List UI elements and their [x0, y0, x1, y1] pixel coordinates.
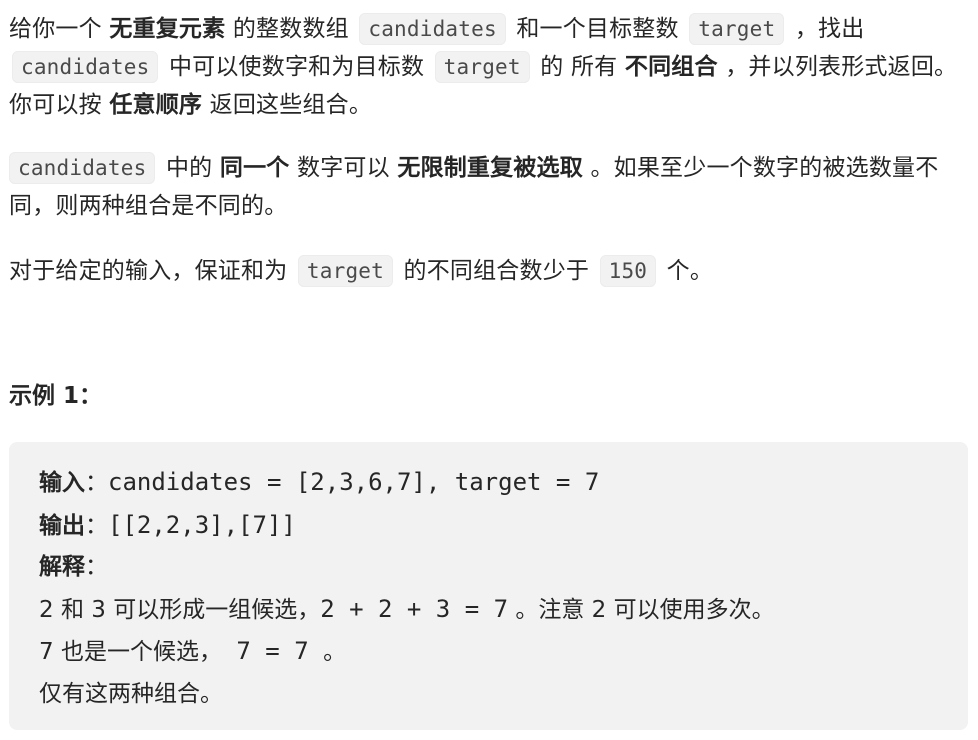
inline-code-candidates: candidates: [12, 51, 159, 83]
problem-paragraph-2: candidates 中的 同一个 数字可以 无限制重复被选取 。如果至少一个数…: [9, 149, 969, 225]
explain-text: 。注意 2 可以使用多次。: [508, 596, 775, 623]
text: 返回这些组合。: [209, 92, 373, 118]
inline-code-target: target: [689, 13, 785, 45]
example-title: 示例 1：: [9, 383, 103, 409]
input-value: candidates = [2,3,6,7], target = 7: [108, 468, 600, 496]
explain-colon: ：: [85, 554, 108, 580]
problem-paragraph-1: 给你一个 无重复元素 的整数数组 candidates 和一个目标整数 targ…: [9, 10, 969, 124]
problem-description: 给你一个 无重复元素 的整数数组 candidates 和一个目标整数 targ…: [0, 0, 978, 740]
example-explain-line-3: 仅有这两种组合。: [39, 674, 940, 716]
inline-code-target: target: [434, 51, 530, 83]
problem-paragraph-3: 对于给定的输入，保证和为 target 的不同组合数少于 150 个。: [9, 252, 969, 290]
text: 的不同组合数少于: [403, 258, 590, 284]
output-label: 输出: [39, 512, 85, 539]
text: 的整数数组: [232, 16, 349, 42]
explain-equation: 2 + 2 + 3 = 7: [320, 594, 509, 623]
text: 和一个目标整数: [516, 16, 679, 42]
text: 个。: [666, 258, 714, 284]
bold-text-unlimited-repeat: 无限制重复被选取: [397, 155, 583, 181]
example-code-block: 输入：candidates = [2,3,6,7], target = 7 输出…: [9, 442, 968, 730]
text: 的 所有: [540, 54, 618, 80]
bold-text-same-number: 同一个: [219, 155, 290, 181]
example-explain-line-1: 2 和 3 可以形成一组候选，2 + 2 + 3 = 7 。注意 2 可以使用多…: [39, 589, 940, 632]
text: 给你一个: [9, 16, 102, 42]
explain-label: 解释: [39, 554, 85, 580]
example-explain-line-2: 7 也是一个候选， 7 = 7 。: [39, 631, 940, 674]
text: ，找出: [794, 16, 865, 42]
output-colon: ：: [85, 512, 108, 539]
inline-code-target: target: [297, 255, 393, 287]
explain-text: 仅有这两种组合。: [39, 680, 223, 707]
explain-equation: 7 = 7: [221, 637, 324, 665]
explain-text: 7 也是一个候选，: [39, 639, 222, 665]
text: 中可以使数字和为目标数: [168, 54, 425, 80]
explain-text: 2 和 3 可以形成一组候选，: [39, 596, 321, 623]
bold-text-different-combinations: 不同组合: [624, 54, 718, 80]
text: 中的: [165, 155, 213, 181]
example-explain-label-line: 解释：: [39, 547, 940, 589]
bold-text-any-order: 任意顺序: [109, 92, 203, 118]
text: 数字可以: [297, 155, 390, 181]
input-label: 输入: [39, 470, 85, 496]
example-input-line: 输入：candidates = [2,3,6,7], target = 7: [39, 462, 940, 505]
explain-text: 。: [323, 639, 347, 665]
bold-text-no-duplicates: 无重复元素: [109, 16, 226, 42]
inline-code-candidates: candidates: [359, 13, 506, 45]
text: 对于给定的输入，保证和为: [9, 258, 288, 284]
example-output-line: 输出：[[2,2,3],[7]]: [39, 505, 940, 548]
inline-code-candidates: candidates: [9, 152, 156, 184]
output-value: [[2,2,3],[7]]: [108, 510, 296, 539]
input-colon: ：: [85, 470, 108, 496]
inline-code-150: 150: [599, 255, 657, 287]
